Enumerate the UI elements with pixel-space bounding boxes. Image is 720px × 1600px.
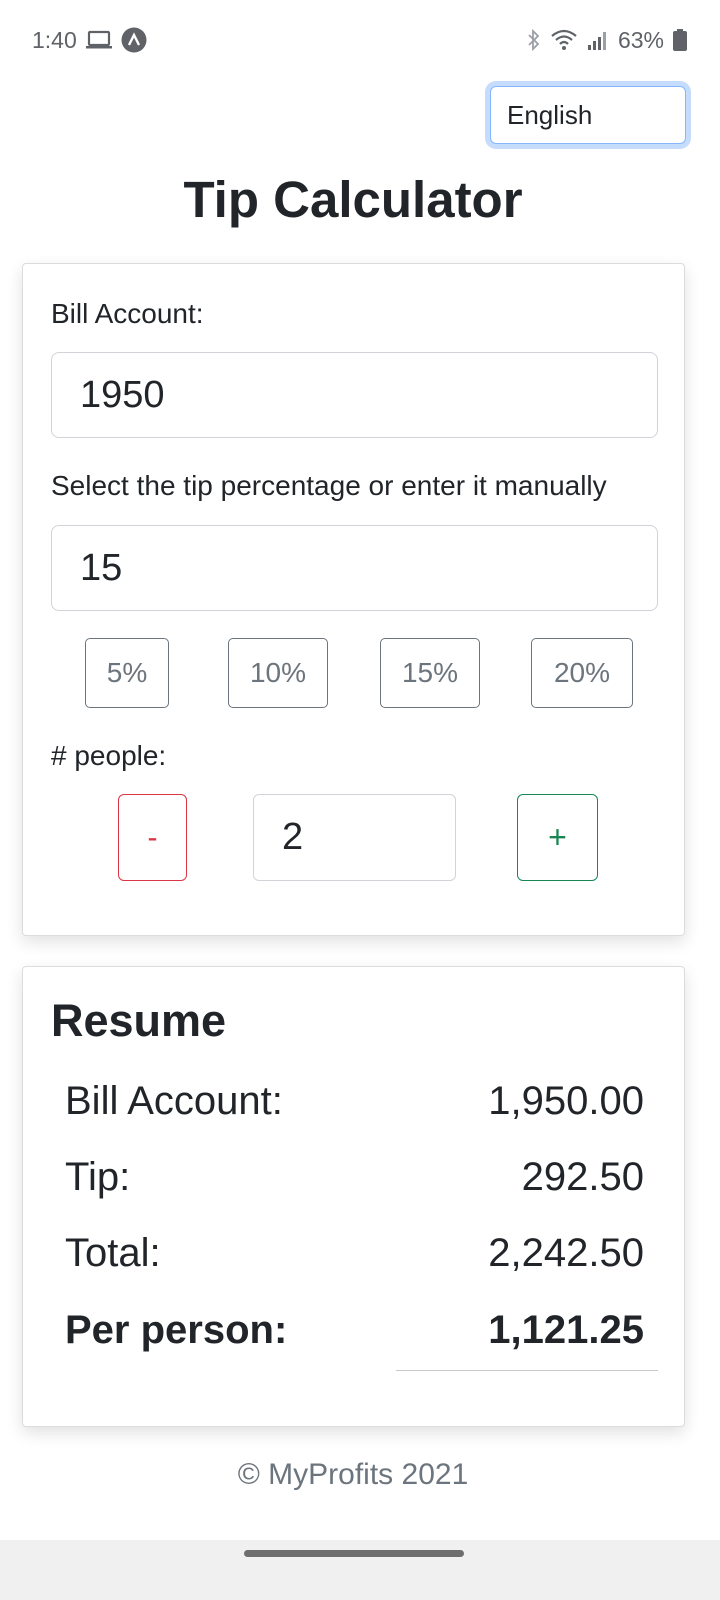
tip-15-button[interactable]: 15% — [380, 638, 480, 708]
tip-5-button[interactable]: 5% — [85, 638, 169, 708]
bill-input[interactable]: 1950 — [51, 352, 658, 438]
people-label: # people: — [51, 740, 167, 771]
resume-bill-value: 1,950.00 — [488, 1078, 644, 1123]
battery-icon — [672, 28, 688, 52]
resume-row-bill: Bill Account: 1,950.00 — [65, 1071, 644, 1131]
signal-icon — [586, 29, 610, 51]
tip-input[interactable]: 15 — [51, 525, 658, 611]
calculator-card: Bill Account: 1950 Select the tip percen… — [22, 263, 685, 936]
per-person-divider — [396, 1370, 658, 1371]
people-input-value: 2 — [282, 816, 304, 858]
people-input[interactable]: 2 — [253, 794, 456, 881]
resume-per-person-value: 1,121.25 — [488, 1307, 644, 1352]
status-time: 1:40 — [32, 26, 77, 53]
resume-row-per-person: Per person: 1,121.25 — [65, 1300, 644, 1360]
wifi-icon — [550, 29, 578, 51]
language-select[interactable]: English — [490, 86, 686, 144]
resume-total-label: Total: — [65, 1230, 161, 1275]
tip-label: Select the tip percentage or enter it ma… — [51, 470, 607, 501]
resume-card: Resume Bill Account: 1,950.00 Tip: 292.5… — [22, 966, 685, 1427]
home-gesture-handle[interactable] — [244, 1550, 464, 1557]
tip-10-button[interactable]: 10% — [228, 638, 328, 708]
tip-input-value: 15 — [80, 546, 123, 589]
increase-people-button[interactable]: + — [517, 794, 598, 881]
decrease-people-button[interactable]: - — [118, 794, 187, 881]
laptop-icon — [85, 29, 113, 51]
system-nav-bar — [0, 1540, 720, 1600]
app-icon — [121, 27, 147, 53]
status-bar: 1:40 63% — [0, 0, 720, 80]
bluetooth-icon — [526, 28, 542, 52]
resume-row-total: Total: 2,242.50 — [65, 1223, 644, 1283]
footer-copyright: © MyProfits 2021 — [237, 1458, 469, 1491]
resume-row-tip: Tip: 292.50 — [65, 1147, 644, 1207]
language-select-value: English — [507, 99, 593, 130]
bill-input-value: 1950 — [80, 373, 165, 416]
bill-label: Bill Account: — [51, 298, 204, 329]
resume-tip-label: Tip: — [65, 1154, 131, 1199]
resume-bill-label: Bill Account: — [65, 1078, 283, 1123]
resume-tip-value: 292.50 — [521, 1154, 644, 1199]
resume-heading: Resume — [51, 995, 227, 1046]
tip-20-button[interactable]: 20% — [531, 638, 633, 708]
resume-per-person-label: Per person: — [65, 1307, 288, 1352]
resume-total-value: 2,242.50 — [488, 1230, 644, 1275]
page-title: Tip Calculator — [183, 171, 523, 228]
battery-percentage: 63% — [617, 26, 664, 53]
